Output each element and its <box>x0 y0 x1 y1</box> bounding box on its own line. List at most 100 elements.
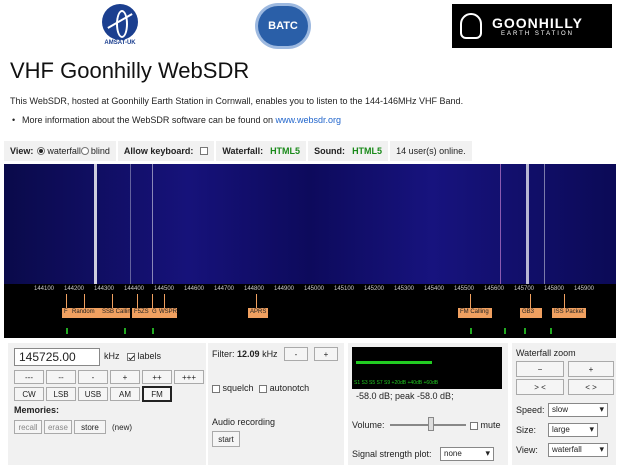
options-bar: View: waterfall blind Allow keyboard: Wa… <box>4 140 616 162</box>
station-label[interactable]: APRS <box>248 308 268 318</box>
amsat-logo[interactable]: AMSAT-UK <box>100 4 140 50</box>
station-label[interactable]: F <box>62 308 70 318</box>
step-down-small-button[interactable]: - <box>78 370 108 384</box>
scale-tick-label: 144900 <box>273 286 295 292</box>
station-label[interactable]: GB3 <box>520 308 542 318</box>
channel-marker <box>550 328 552 334</box>
zoom-wide-button[interactable]: < > <box>568 379 614 395</box>
mode-usb-button[interactable]: USB <box>78 387 108 401</box>
waterfall-signal <box>500 164 501 284</box>
recording-start-button[interactable]: start <box>212 431 240 447</box>
mute-checkbox[interactable] <box>470 421 478 430</box>
step-down-large-button[interactable]: --- <box>14 370 44 384</box>
waterfall-signal <box>152 164 153 284</box>
mute-toggle[interactable]: mute <box>470 420 501 430</box>
squelch-row: squelch autonotch <box>212 383 309 393</box>
users-online: 14 user(s) online. <box>390 141 472 161</box>
labels-label: labels <box>137 351 162 361</box>
more-info-text: More information about the WebSDR softwa… <box>22 115 276 125</box>
step-up-medium-button[interactable]: ++ <box>142 370 172 384</box>
sound-label: Sound: <box>314 146 346 156</box>
channel-marker <box>66 328 68 334</box>
waterfall-value: HTML5 <box>270 146 301 156</box>
scale-tick-label: 145600 <box>483 286 505 292</box>
filter-unit: kHz <box>262 349 278 359</box>
sound-value: HTML5 <box>352 146 383 156</box>
scale-tick-label: 145500 <box>453 286 475 292</box>
station-label[interactable]: WSPR <box>157 308 177 318</box>
station-label[interactable]: ISS Packet <box>552 308 586 318</box>
mode-cw-button[interactable]: CW <box>14 387 44 401</box>
waterfall-signal <box>544 164 545 284</box>
size-select[interactable]: large <box>548 423 598 437</box>
mute-label: mute <box>480 420 501 430</box>
step-up-large-button[interactable]: +++ <box>174 370 204 384</box>
squelch-checkbox[interactable] <box>212 384 220 393</box>
recall-button[interactable]: recall <box>14 420 42 434</box>
sound-option: Sound: HTML5 <box>308 141 389 161</box>
view-blind-radio[interactable] <box>80 147 89 155</box>
station-stem <box>112 294 113 308</box>
view-waterfall-label: waterfall <box>47 146 81 156</box>
waterfall-display[interactable] <box>4 164 616 284</box>
keyboard-option: Allow keyboard: <box>117 141 215 161</box>
channel-marker <box>152 328 154 334</box>
filter-narrow-button[interactable]: - <box>284 347 308 361</box>
frequency-input[interactable]: 145725.00 <box>14 348 100 366</box>
memories-label: Memories: <box>14 405 60 415</box>
memory-new-label: (new) <box>112 423 133 432</box>
view-select-label: View: <box>516 445 538 455</box>
goonhilly-logo-sub: EARTH STATION <box>500 31 574 37</box>
goonhilly-logo[interactable]: GOONHILLY EARTH STATION <box>452 4 612 48</box>
labels-toggle[interactable]: labels <box>124 351 161 361</box>
view-select[interactable]: waterfall <box>548 443 608 457</box>
websdr-link[interactable]: www.websdr.org <box>275 115 341 125</box>
scale-tick-label: 144200 <box>63 286 85 292</box>
view-option: View: waterfall blind <box>4 141 116 161</box>
view-waterfall-radio[interactable] <box>37 147 46 155</box>
zoom-in-button[interactable]: + <box>568 361 614 377</box>
station-label[interactable]: G <box>150 308 157 318</box>
speed-select[interactable]: slow <box>548 403 608 417</box>
mode-am-button[interactable]: AM <box>110 387 140 401</box>
zoom-narrow-button[interactable]: > < <box>516 379 564 395</box>
mode-fm-button[interactable]: FM <box>142 386 172 402</box>
autonotch-checkbox[interactable] <box>259 384 268 393</box>
zoom-out-button[interactable]: − <box>516 361 564 377</box>
mode-lsb-button[interactable]: LSB <box>46 387 76 401</box>
station-label[interactable]: F5ZS <box>132 308 150 318</box>
logo-bar: AMSAT-UK BATC GOONHILLY EARTH STATION <box>0 0 620 55</box>
scale-tick-label: 144300 <box>93 286 115 292</box>
frequency-scale[interactable]: 144100 144200 144300 144400 144500 14460… <box>4 284 616 338</box>
station-stem <box>152 294 153 308</box>
store-button[interactable]: store <box>74 420 106 434</box>
s-meter: S1 S3 S5 S7 S9 +20dB +40dB +60dB <box>352 347 502 389</box>
scale-tick-label: 145300 <box>393 286 415 292</box>
volume-slider-thumb[interactable] <box>428 417 434 431</box>
amsat-logo-text: AMSAT-UK <box>104 40 136 46</box>
station-stem <box>564 294 565 308</box>
intro-text: This WebSDR, hosted at Goonhilly Earth S… <box>10 96 464 106</box>
page-title: VHF Goonhilly WebSDR <box>10 58 250 83</box>
filter-label: Filter: <box>212 349 235 359</box>
waterfall-signal <box>130 164 131 284</box>
scale-tick-label: 144700 <box>213 286 235 292</box>
station-label[interactable]: Random <box>70 308 100 318</box>
s-meter-scale: S1 S3 S5 S7 S9 +20dB +40dB +60dB <box>354 380 439 386</box>
batc-logo[interactable]: BATC <box>258 6 312 50</box>
step-down-medium-button[interactable]: -- <box>46 370 76 384</box>
size-label: Size: <box>516 425 537 435</box>
scale-tick-label: 145200 <box>363 286 385 292</box>
labels-checkbox[interactable] <box>127 352 135 361</box>
station-label[interactable]: FM Calling <box>458 308 492 318</box>
filter-readout: Filter: 12.09 kHz <box>212 349 278 359</box>
keyboard-checkbox[interactable] <box>200 147 209 155</box>
filter-wide-button[interactable]: + <box>314 347 338 361</box>
more-info: More information about the WebSDR softwa… <box>12 115 341 125</box>
speed-label: Speed: <box>516 405 545 415</box>
step-up-small-button[interactable]: + <box>110 370 140 384</box>
signal-plot-select[interactable]: none <box>440 447 494 461</box>
signal-panel: S1 S3 S5 S7 S9 +20dB +40dB +60dB -58.0 d… <box>348 343 508 465</box>
erase-button[interactable]: erase <box>44 420 72 434</box>
station-label[interactable]: SSB Calling <box>100 308 130 318</box>
